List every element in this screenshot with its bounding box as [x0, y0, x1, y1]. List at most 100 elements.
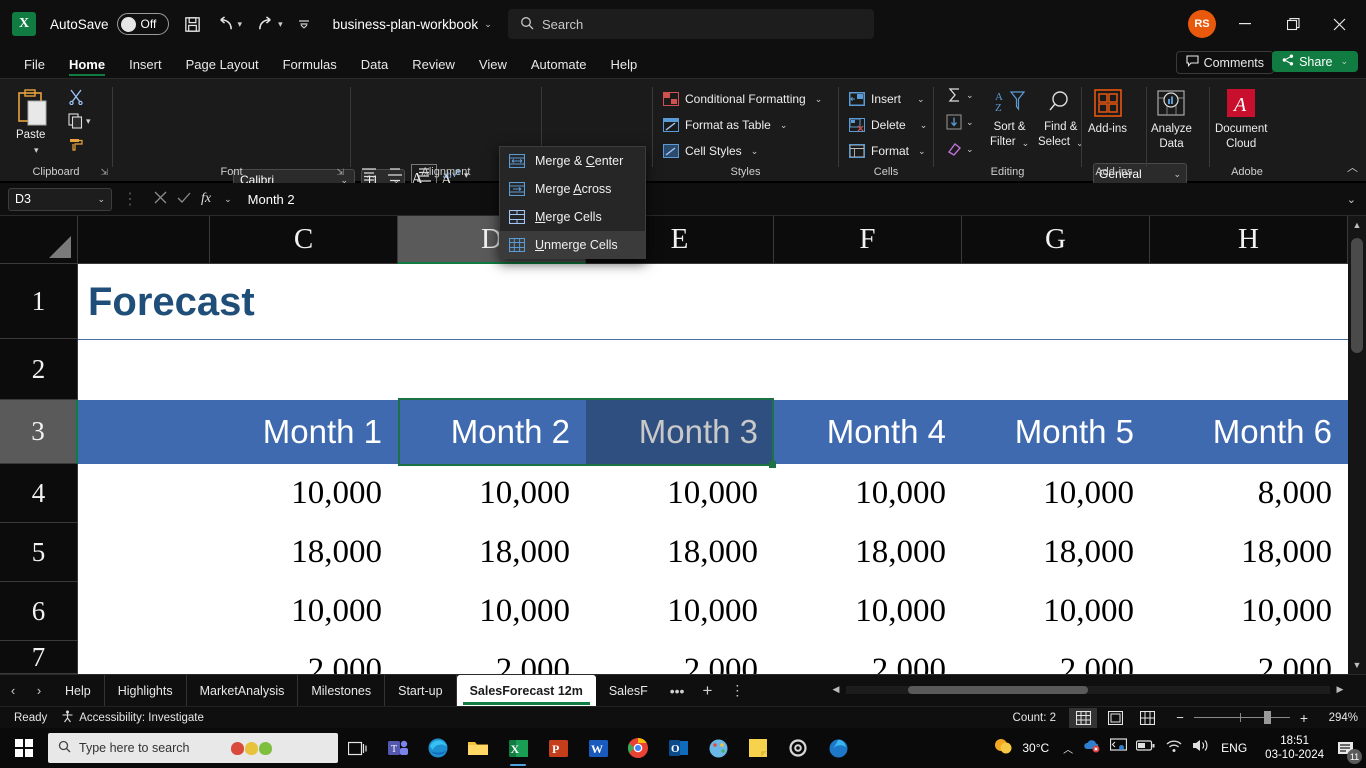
sheet-tab-salesf[interactable]: SalesF	[596, 675, 661, 707]
document-cloud-button[interactable]: A Document Cloud	[1215, 89, 1267, 152]
teams-icon[interactable]: T	[378, 728, 418, 768]
language-indicator[interactable]: ENG	[1221, 741, 1247, 755]
cell-E5[interactable]: 18,000	[586, 523, 774, 582]
conditional-formatting-caret[interactable]: ⌄	[815, 94, 823, 105]
search-input[interactable]: Search	[508, 9, 874, 39]
scissors-icon[interactable]	[68, 89, 84, 105]
task-view-icon[interactable]	[338, 728, 378, 768]
horizontal-scroll-thumb[interactable]	[908, 686, 1088, 694]
tab-insert[interactable]: Insert	[117, 54, 174, 78]
column-header-H[interactable]: H	[1150, 216, 1348, 264]
cell-D7[interactable]: 2,000	[398, 641, 586, 674]
page-layout-view-button[interactable]	[1101, 708, 1129, 728]
horizontal-scrollbar[interactable]: ◀ ▶	[828, 682, 1348, 697]
sort-and-filter-button[interactable]: AZ Sort & Filter ⌄	[990, 89, 1029, 150]
sheet-tab-startup[interactable]: Start-up	[385, 674, 457, 707]
cell-D4[interactable]: 10,000	[398, 464, 586, 523]
cell-H6[interactable]: 10,000	[1150, 582, 1348, 641]
sheet-tabs-overflow-icon[interactable]: •••	[661, 683, 694, 699]
powerpoint-icon[interactable]: P	[538, 728, 578, 768]
browser-icon[interactable]	[818, 728, 858, 768]
cell-H4[interactable]: 8,000	[1150, 464, 1348, 523]
row-header-4[interactable]: 4	[0, 464, 78, 523]
cell-E4[interactable]: 10,000	[586, 464, 774, 523]
cell-D5[interactable]: 18,000	[398, 523, 586, 582]
row-header-6[interactable]: 6	[0, 582, 78, 641]
avatar[interactable]: RS	[1188, 10, 1216, 38]
conditional-formatting-button[interactable]: Conditional Formatting ⌄	[663, 88, 822, 110]
select-all-corner[interactable]	[0, 216, 78, 264]
delete-cells-caret[interactable]: ⌄	[920, 120, 928, 131]
undo-icon[interactable]: ▾	[216, 15, 243, 33]
insert-function-icon[interactable]: fx	[201, 191, 211, 207]
cell-H7[interactable]: 2,000	[1150, 641, 1348, 674]
clear-button[interactable]: ⌄	[946, 141, 974, 157]
tab-home[interactable]: Home	[57, 54, 117, 78]
cell-F7[interactable]: 2,000	[774, 641, 962, 674]
autosave-toggle[interactable]: Off	[116, 13, 169, 35]
normal-view-button[interactable]	[1069, 707, 1097, 728]
insert-cells-button[interactable]: Insert ⌄	[849, 88, 925, 110]
file-explorer-icon[interactable]	[458, 728, 498, 768]
cell-H5[interactable]: 18,000	[1150, 523, 1348, 582]
paste-button[interactable]	[16, 89, 50, 134]
enter-icon[interactable]	[177, 191, 191, 207]
autosum-button[interactable]: ⌄	[946, 87, 974, 103]
settings-icon[interactable]	[778, 728, 818, 768]
sheet-options-icon[interactable]: ⋮	[721, 682, 753, 699]
cell-E6[interactable]: 10,000	[586, 582, 774, 641]
cell-F4[interactable]: 10,000	[774, 464, 962, 523]
sort-filter-caret[interactable]: ⌄	[1022, 138, 1030, 148]
sheet-tab-salesforecast-12m[interactable]: SalesForecast 12m	[456, 674, 596, 707]
accessibility-button[interactable]: Accessibility: Investigate	[61, 710, 204, 726]
find-and-select-button[interactable]: Find & Select ⌄	[1038, 89, 1084, 150]
format-painter-icon[interactable]	[68, 137, 84, 153]
tab-page-layout[interactable]: Page Layout	[174, 54, 271, 78]
cancel-icon[interactable]	[154, 191, 167, 207]
tab-formulas[interactable]: Formulas	[271, 54, 349, 78]
display-icon[interactable]	[1110, 738, 1128, 758]
tab-review[interactable]: Review	[400, 54, 467, 78]
cell-G7[interactable]: 2,000	[962, 641, 1150, 674]
save-icon[interactable]	[183, 15, 202, 34]
zoom-in-button[interactable]: +	[1300, 710, 1308, 726]
tab-help[interactable]: Help	[599, 54, 650, 78]
row-header-7[interactable]: 7	[0, 641, 78, 674]
collapse-ribbon-icon[interactable]: ︿	[1347, 159, 1358, 175]
tab-data[interactable]: Data	[349, 54, 400, 78]
windows-start-icon[interactable]	[0, 728, 48, 768]
document-title-caret[interactable]: ⌄	[484, 19, 492, 30]
share-button[interactable]: Share ⌄	[1272, 51, 1358, 72]
maximize-button[interactable]	[1270, 0, 1316, 48]
customize-quick-access-icon[interactable]	[297, 17, 311, 31]
column-header-G[interactable]: G	[962, 216, 1150, 264]
comments-button[interactable]: Comments	[1175, 51, 1274, 74]
share-caret[interactable]: ⌄	[1340, 56, 1348, 67]
cell-G5[interactable]: 18,000	[962, 523, 1150, 582]
tab-file[interactable]: File	[12, 54, 57, 78]
autosum-caret[interactable]: ⌄	[966, 90, 974, 101]
undo-dropdown-caret[interactable]: ▾	[238, 19, 243, 30]
fruits-widget-icon[interactable]	[231, 741, 273, 755]
format-as-table-caret[interactable]: ⌄	[780, 120, 788, 131]
formula-bar-caret[interactable]: ⌄	[224, 194, 232, 205]
column-header-C[interactable]: C	[210, 216, 398, 264]
cell-C5[interactable]: 18,000	[210, 523, 398, 582]
weather-widget[interactable]: 30°C	[993, 737, 1049, 760]
clipboard-dialog-launcher[interactable]: ⇲	[100, 167, 108, 178]
close-button[interactable]	[1316, 0, 1362, 48]
sheet-tab-highlights[interactable]: Highlights	[105, 674, 187, 707]
sticky-notes-icon[interactable]	[738, 728, 778, 768]
copy-button[interactable]: ▾	[68, 113, 91, 129]
clear-caret[interactable]: ⌄	[966, 144, 974, 155]
name-box-caret[interactable]: ⌄	[97, 194, 105, 205]
menu-item-unmerge-cells[interactable]: Unmerge Cells	[500, 231, 645, 259]
format-cells-caret[interactable]: ⌄	[918, 146, 926, 157]
outlook-icon[interactable]: O	[658, 728, 698, 768]
paste-caret[interactable]: ▾	[34, 145, 39, 156]
scroll-up-icon[interactable]: ▲	[1348, 216, 1366, 234]
excel-icon[interactable]: X	[498, 728, 538, 768]
taskbar-search-input[interactable]: Type here to search	[48, 733, 338, 763]
fill-caret[interactable]: ⌄	[966, 117, 974, 128]
cell-E7[interactable]: 2,000	[586, 641, 774, 674]
